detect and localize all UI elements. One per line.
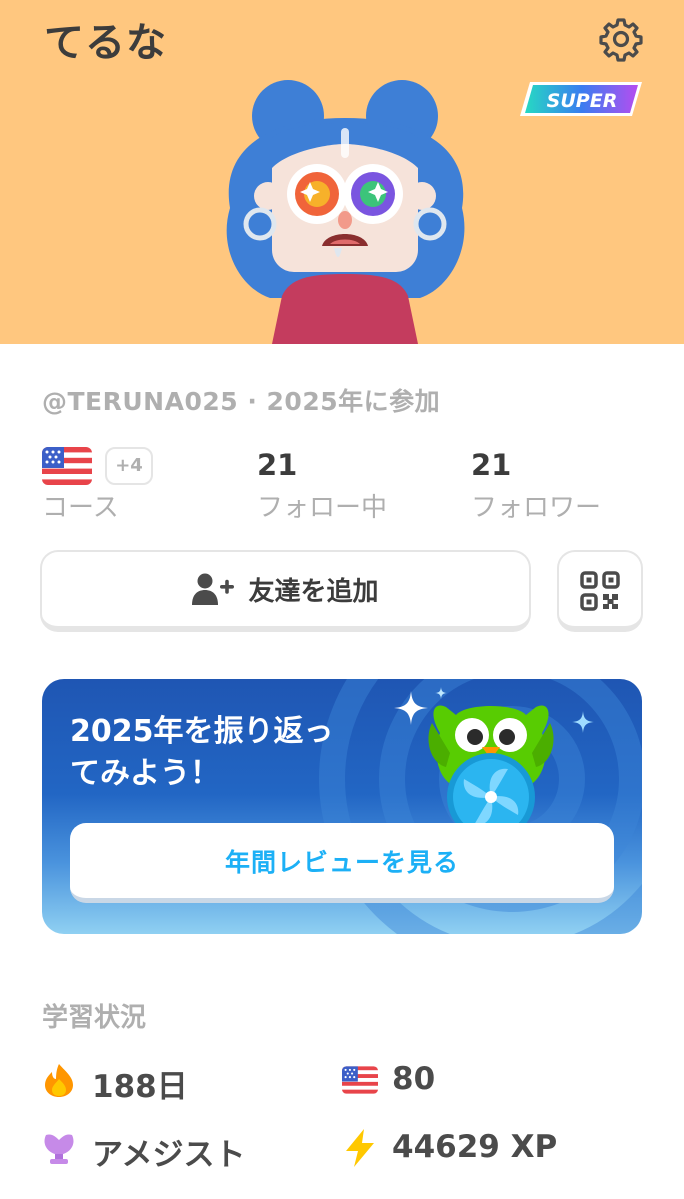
super-badge: SUPER: [520, 82, 642, 116]
following-count[interactable]: 21: [257, 448, 297, 482]
followers-count[interactable]: 21: [471, 448, 511, 482]
view-year-review-label: 年間レビューを見る: [224, 847, 459, 877]
following-label[interactable]: フォロー中: [257, 487, 387, 524]
view-year-review-button[interactable]: 年間レビューを見る: [70, 823, 614, 903]
username-join-date: @TERUNA025 · 2025年に参加: [42, 387, 441, 416]
trophy-icon: [44, 1134, 74, 1164]
extra-courses-badge[interactable]: +4: [105, 447, 153, 485]
courses-label: コース: [42, 493, 119, 523]
league-name: アメジスト: [92, 1137, 246, 1173]
followers-label[interactable]: フォロワー: [471, 487, 601, 524]
course-score: 80: [392, 1061, 436, 1097]
owl-mascot-illustration: [428, 705, 554, 833]
fire-icon: [45, 1064, 73, 1097]
sparkle-icon: [394, 691, 428, 725]
qr-code-button[interactable]: [557, 550, 643, 632]
avatar: [226, 80, 465, 344]
lightning-icon: [346, 1129, 374, 1167]
gear-icon[interactable]: [598, 16, 644, 62]
streak-days: 188日: [92, 1069, 188, 1105]
promo-title: 2025年を振り返っ てみよう！: [70, 714, 334, 791]
year-review-card[interactable]: 2025年を振り返っ てみよう！ 年間レビューを見る: [42, 679, 642, 934]
add-friend-button[interactable]: 友達を追加: [40, 550, 531, 632]
profile-header: てるな SUPER: [0, 0, 684, 344]
us-flag-score-icon: [342, 1066, 378, 1094]
qr-code-icon: [580, 571, 620, 611]
us-flag-icon[interactable]: [42, 447, 92, 485]
add-user-icon: [192, 573, 235, 605]
super-badge-text: SUPER: [547, 90, 618, 112]
add-friend-label: 友達を追加: [248, 576, 379, 607]
sparkle-small-icon: [572, 711, 594, 733]
learning-status-title: 学習状況: [42, 1003, 147, 1033]
total-xp: 44629 XP: [392, 1129, 558, 1165]
display-name: てるな: [44, 20, 167, 66]
